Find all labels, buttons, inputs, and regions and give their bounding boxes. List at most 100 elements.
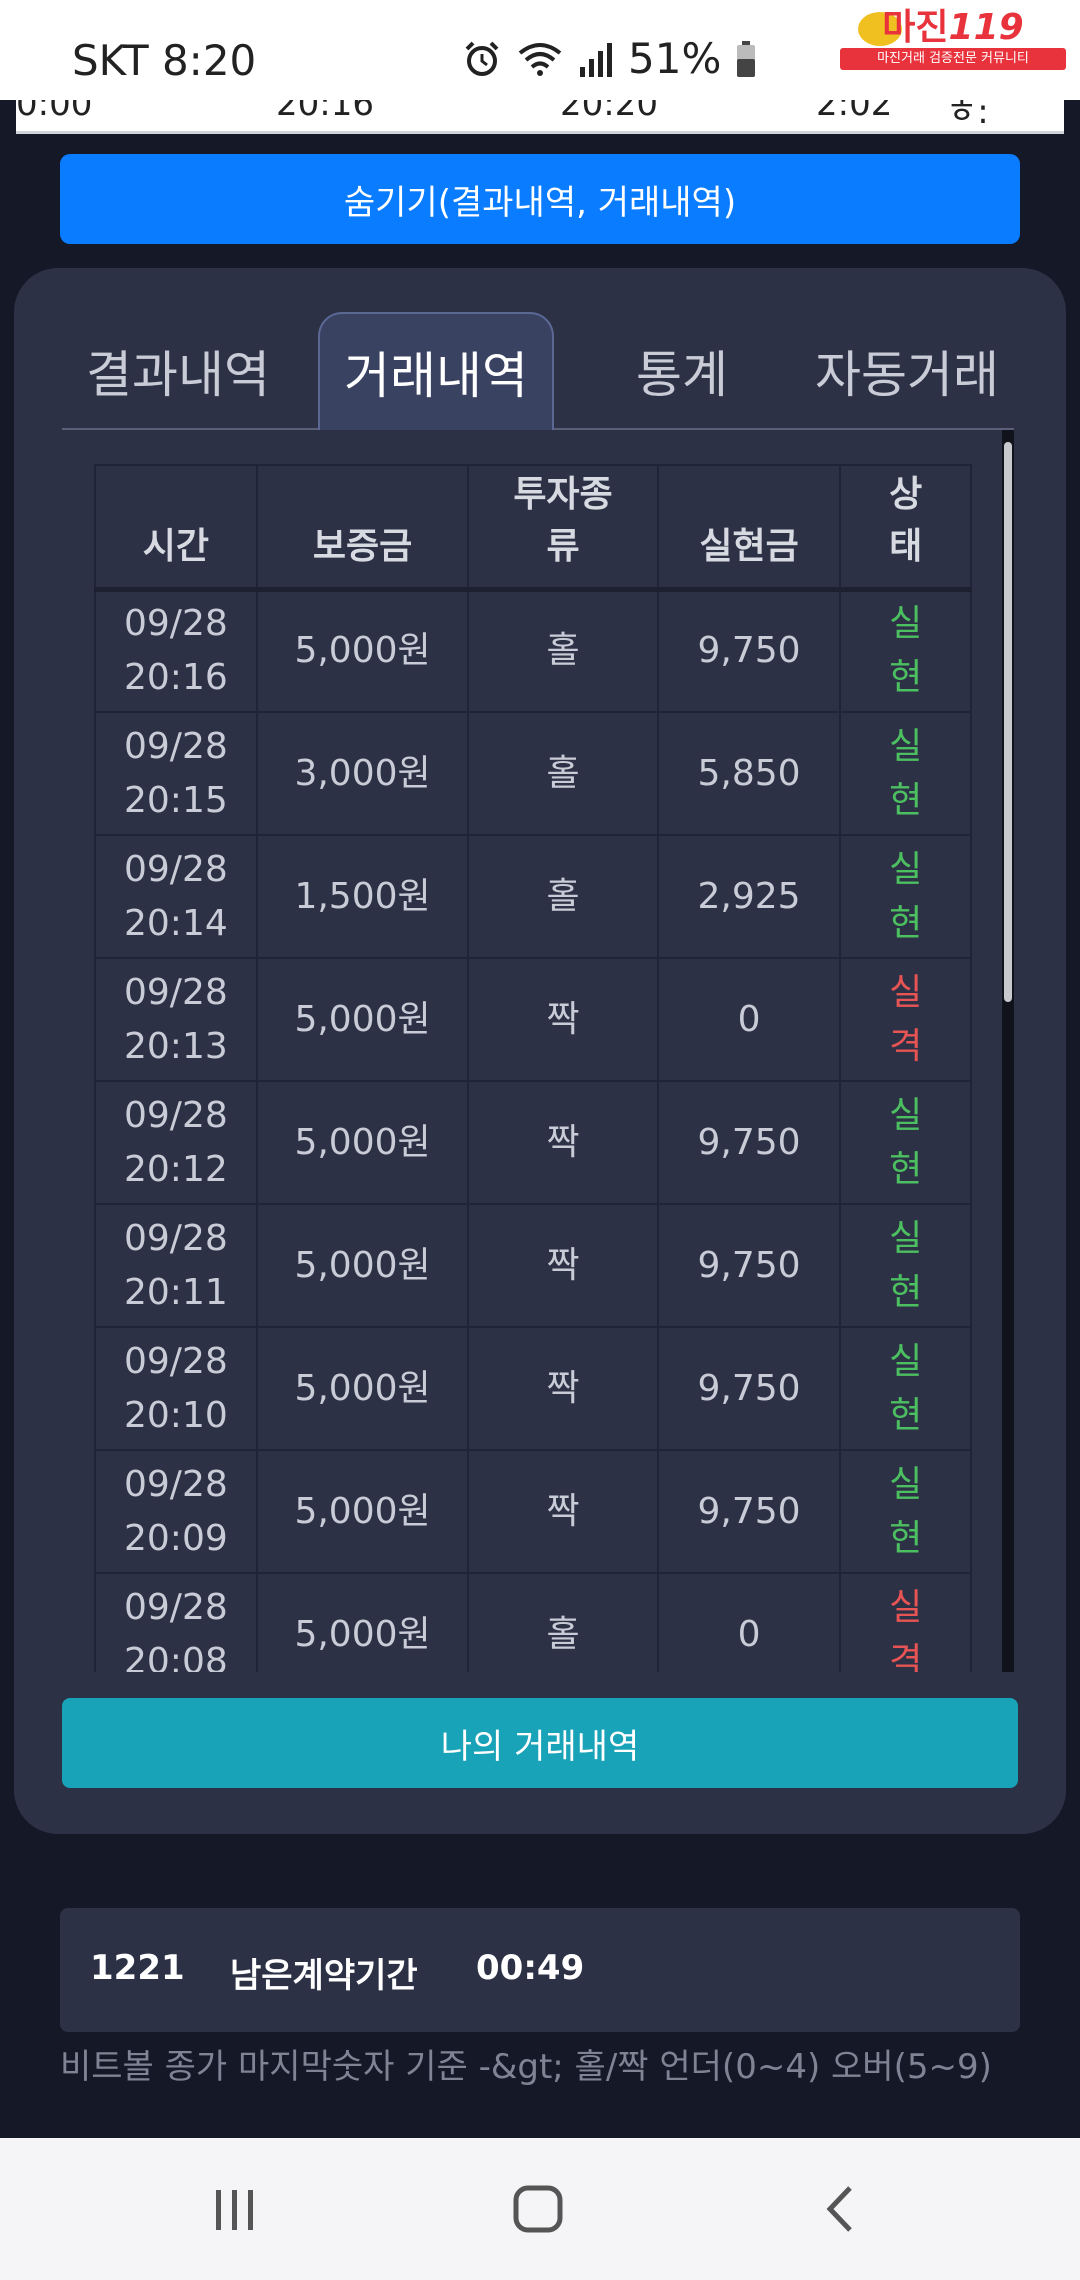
strip-cell: 20:20 — [560, 100, 658, 124]
strip-cell: 2:02 — [816, 100, 893, 124]
cell-status: 실격 — [839, 957, 972, 1082]
cell-payout: 9,750 — [656, 1326, 842, 1451]
cell-payout: 2,925 — [656, 834, 842, 959]
battery-icon — [735, 39, 757, 79]
home-icon[interactable] — [512, 2184, 564, 2238]
trade-table-scroll[interactable]: 시간 보증금 투자종 류 실현금 상태 09/28 20:16 5,000원 홀 9,75… — [62, 430, 1014, 1672]
navigation-bar — [0, 2138, 1080, 2280]
cell-time: 09/28 20:16 — [94, 588, 258, 713]
cell-time: 09/28 20:08 — [94, 1572, 258, 1672]
header-payout: 실현금 — [656, 464, 842, 592]
cell-status: 실현 — [839, 834, 972, 959]
cell-status: 실현 — [839, 711, 972, 836]
cell-deposit: 1,500원 — [255, 834, 470, 959]
header-status: 상태 — [839, 464, 972, 592]
carrier-time: SKT 8:20 — [72, 36, 257, 85]
tab-trades[interactable]: 거래내역 — [318, 312, 554, 430]
contract-info: 1221 남은계약기간 00:49 — [60, 1908, 1020, 2032]
table-row: 09/28 20:12 5,000원 짝 9,750 실 현 — [94, 1080, 972, 1205]
table-row: 09/28 20:09 5,000원 짝 9,750 실 현 — [94, 1449, 972, 1574]
battery-percent: 51% — [628, 34, 722, 83]
cell-status: 실현 — [839, 1080, 972, 1205]
cell-type: 짝 — [467, 1080, 659, 1205]
cell-payout: 5,850 — [656, 711, 842, 836]
cell-payout: 9,750 — [656, 1203, 842, 1328]
tab-results[interactable]: 결과내역 — [62, 312, 294, 430]
cell-deposit: 5,000원 — [255, 1572, 470, 1672]
cell-deposit: 3,000원 — [255, 711, 470, 836]
recent-apps-icon[interactable] — [210, 2184, 260, 2238]
cell-time: 09/28 20:14 — [94, 834, 258, 959]
previous-table-strip: 0:00 20:16 20:20 2:02 ㅎ: — [16, 100, 1064, 134]
cell-time: 09/28 20:10 — [94, 1326, 258, 1451]
table-row: 09/28 20:15 3,000원 홀 5,850 실 현 — [94, 711, 972, 836]
table-row: 09/28 20:16 5,000원 홀 9,750 실 현 — [94, 588, 972, 713]
header-deposit: 보증금 — [255, 464, 470, 592]
cell-status: 실현 — [839, 1326, 972, 1451]
cell-deposit: 5,000원 — [255, 1203, 470, 1328]
cell-deposit: 5,000원 — [255, 1326, 470, 1451]
hide-history-button[interactable]: 숨기기(결과내역, 거래내역) — [60, 154, 1020, 244]
cell-payout: 9,750 — [656, 1080, 842, 1205]
cell-deposit: 5,000원 — [255, 1449, 470, 1574]
strip-cell: ㅎ: — [946, 100, 989, 132]
table-row: 09/28 20:08 5,000원 홀 0 실 격 — [94, 1572, 972, 1672]
alarm-icon — [462, 39, 502, 79]
community-logo: 마진119 마진거래 검증전문 커뮤니티 — [836, 7, 1070, 70]
header-time: 시간 — [94, 464, 258, 592]
table-row: 09/28 20:11 5,000원 짝 9,750 실 현 — [94, 1203, 972, 1328]
status-icons: 51% — [462, 34, 757, 83]
cell-type: 짝 — [467, 1449, 659, 1574]
logo-subtitle: 마진거래 검증전문 커뮤니티 — [840, 48, 1066, 70]
cell-time: 09/28 20:11 — [94, 1203, 258, 1328]
cell-time: 09/28 20:13 — [94, 957, 258, 1082]
back-icon[interactable] — [820, 2184, 860, 2238]
strip-cell: 20:16 — [276, 100, 374, 124]
cell-type: 홀 — [467, 711, 659, 836]
table-header-row: 시간 보증금 투자종 류 실현금 상태 — [94, 464, 972, 592]
trade-table: 시간 보증금 투자종 류 실현금 상태 09/28 20:16 5,000원 홀 9,75… — [94, 464, 972, 1672]
logo-title: 마진119 — [882, 7, 1024, 48]
cell-type: 짝 — [467, 1326, 659, 1451]
table-row: 09/28 20:13 5,000원 짝 0 실 격 — [94, 957, 972, 1082]
history-tabs: 결과내역 거래내역 통계 자동거래 — [62, 312, 1014, 430]
scrollbar-thumb[interactable] — [1004, 442, 1012, 1002]
cell-type: 홀 — [467, 588, 659, 713]
cell-status: 실현 — [839, 588, 972, 713]
contract-countdown: 00:49 — [476, 1948, 585, 1988]
wifi-icon — [516, 39, 564, 79]
strip-cell: 0:00 — [16, 100, 93, 124]
cell-payout: 9,750 — [656, 588, 842, 713]
rule-description: 비트볼 종가 마지막숫자 기준 -&gt; 홀/짝 언더(0~4) 오버(5~9… — [60, 2047, 992, 2087]
cell-payout: 0 — [656, 1572, 842, 1672]
cell-type: 짝 — [467, 1203, 659, 1328]
trade-rows: 09/28 20:16 5,000원 홀 9,750 실 현 09/28 20:15 3,000원… — [94, 588, 972, 1672]
cell-deposit: 5,000원 — [255, 957, 470, 1082]
contract-label: 남은계약기간 — [230, 1956, 418, 1996]
scrollbar[interactable] — [1002, 430, 1014, 1672]
cell-status: 실현 — [839, 1449, 972, 1574]
header-type: 투자종 류 — [467, 464, 659, 592]
cell-status: 실현 — [839, 1203, 972, 1328]
cell-time: 09/28 20:15 — [94, 711, 258, 836]
table-row: 09/28 20:10 5,000원 짝 9,750 실 현 — [94, 1326, 972, 1451]
cell-time: 09/28 20:09 — [94, 1449, 258, 1574]
cell-deposit: 5,000원 — [255, 1080, 470, 1205]
cell-type: 홀 — [467, 834, 659, 959]
cell-type: 짝 — [467, 957, 659, 1082]
status-bar: SKT 8:20 51% 마진119 마진거래 검증전문 커뮤니티 — [0, 0, 1080, 100]
cell-time: 09/28 20:12 — [94, 1080, 258, 1205]
cell-payout: 0 — [656, 957, 842, 1082]
description-clip: 비트볼 종가 마지막숫자 기준 -&gt; 홀/짝 언더(0~4) 오버(5~9… — [0, 2034, 1080, 2138]
cell-type: 홀 — [467, 1572, 659, 1672]
my-trade-history-button[interactable]: 나의 거래내역 — [62, 1698, 1018, 1788]
signal-icon — [578, 39, 614, 79]
cell-payout: 9,750 — [656, 1449, 842, 1574]
round-number: 1221 — [90, 1948, 185, 1988]
cell-deposit: 5,000원 — [255, 588, 470, 713]
tab-stats[interactable]: 통계 — [582, 312, 782, 430]
history-panel: 결과내역 거래내역 통계 자동거래 시간 보증금 투자종 류 실현금 상태 09/… — [14, 268, 1066, 1834]
table-row: 09/28 20:14 1,500원 홀 2,925 실 현 — [94, 834, 972, 959]
cell-status: 실격 — [839, 1572, 972, 1672]
tab-auto-trade[interactable]: 자동거래 — [800, 312, 1014, 430]
